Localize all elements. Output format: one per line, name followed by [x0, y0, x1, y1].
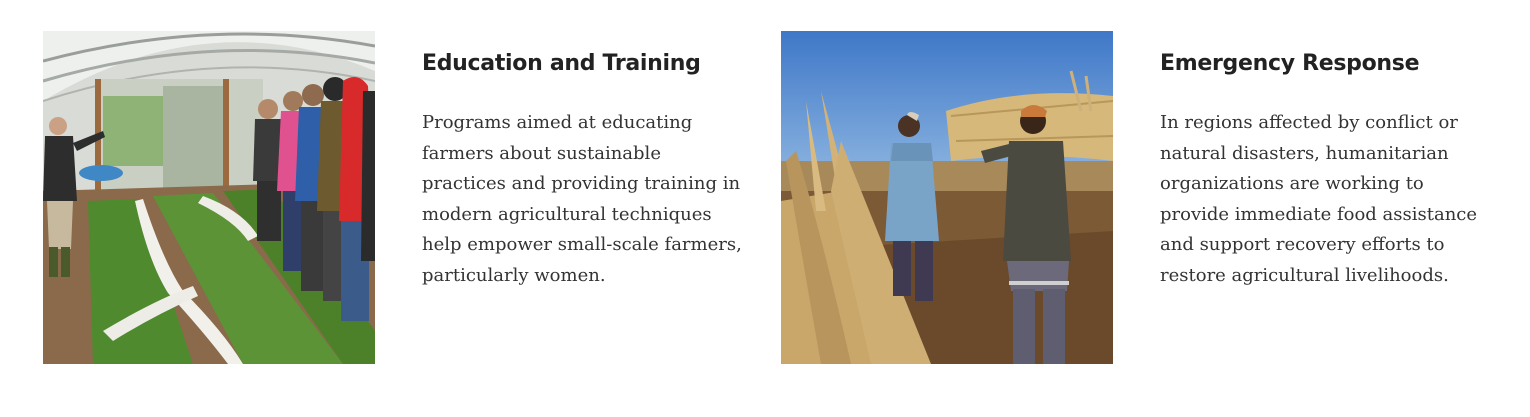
farmers-carrying-harvest-photo — [781, 31, 1113, 364]
card-description: Programs aimed at educating farmers abou… — [422, 112, 742, 286]
card-title: Emergency Response — [1160, 51, 1420, 76]
card-title: Education and Training — [422, 51, 701, 76]
card-description: In regions affected by conflict or natur… — [1160, 112, 1478, 286]
greenhouse-training-photo — [43, 31, 375, 364]
card-text: Education and Training Programs aimed at… — [422, 31, 742, 292]
card-education-training: Education and Training Programs aimed at… — [43, 31, 763, 364]
card-emergency-response: Emergency Response In regions affected b… — [781, 31, 1501, 364]
card-text: Emergency Response In regions affected b… — [1160, 31, 1480, 292]
